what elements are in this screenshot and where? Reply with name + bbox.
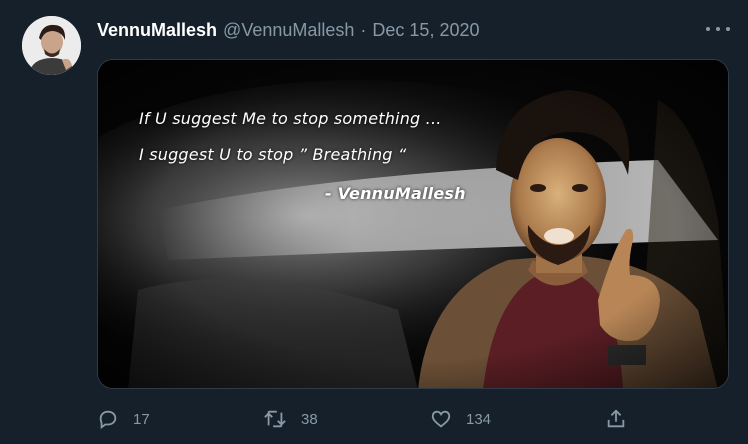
tweet[interactable]: VennuMallesh @VennuMallesh · Dec 15, 202… (0, 0, 748, 444)
like-count: 134 (466, 410, 492, 428)
quote-line-1: If U suggest Me to stop something ... (139, 109, 442, 128)
reply-icon (97, 408, 119, 430)
tweet-image[interactable]: If U suggest Me to stop something ... I … (97, 59, 729, 389)
tweet-actions: 17 38 134 (97, 404, 729, 434)
retweet-button[interactable]: 38 (263, 404, 318, 434)
reply-button[interactable]: 17 (97, 404, 150, 434)
tweet-date[interactable]: Dec 15, 2020 (372, 20, 479, 41)
tweet-header: VennuMallesh @VennuMallesh · Dec 15, 202… (97, 19, 479, 41)
like-button[interactable]: 134 (430, 404, 491, 434)
avatar[interactable] (22, 16, 81, 75)
more-options-icon[interactable] (706, 20, 730, 38)
share-icon (605, 408, 627, 430)
quote-line-2: I suggest U to stop ” Breathing “ (139, 145, 407, 164)
display-name[interactable]: VennuMallesh (97, 20, 217, 41)
retweet-icon (263, 408, 287, 430)
retweet-count: 38 (301, 410, 318, 428)
separator-dot: · (360, 19, 367, 40)
like-icon (430, 408, 452, 430)
share-button[interactable] (605, 404, 627, 434)
user-handle[interactable]: @VennuMallesh (223, 20, 354, 41)
reply-count: 17 (133, 410, 150, 428)
quote-signature: - VennuMallesh (325, 184, 466, 203)
